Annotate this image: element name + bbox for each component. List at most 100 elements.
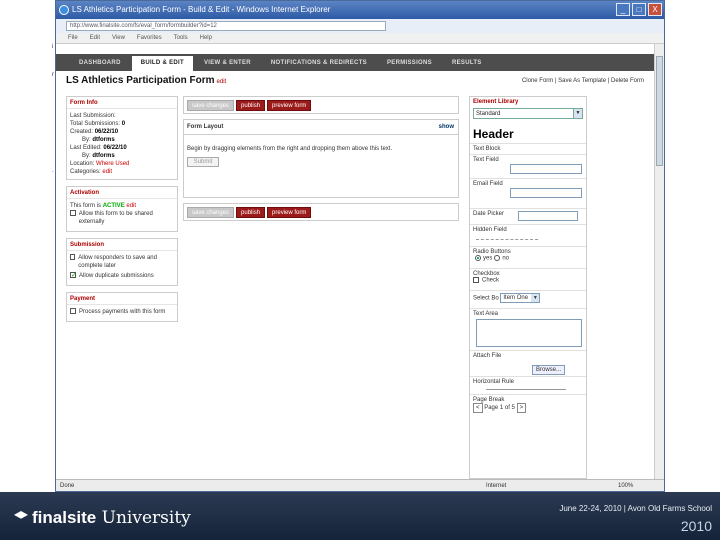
top-button-row: save changes publish preview form (183, 96, 459, 114)
chevron-down-icon: ▼ (531, 294, 540, 302)
payment-header: Payment (67, 293, 177, 305)
close-button[interactable]: X (648, 3, 662, 16)
duplicate-label: Allow duplicate submissions (79, 273, 154, 279)
library-select[interactable]: Standard ▼ (473, 108, 583, 119)
categories-edit-link[interactable]: edit (102, 169, 112, 175)
show-link[interactable]: show (439, 124, 454, 130)
tab-notifications[interactable]: NOTIFICATIONS & REDIRECTS (262, 56, 376, 71)
location-label: Location: (70, 161, 95, 167)
element-text-field[interactable]: Text Field (470, 155, 586, 179)
layout-instructions: Begin by dragging elements from the righ… (187, 146, 393, 152)
pager-prev-icon: < (473, 403, 483, 413)
nav-tabs: DASHBOARD BUILD & EDIT VIEW & ENTER NOTI… (56, 54, 656, 71)
element-horizontal-rule[interactable]: Horizontal Rule (470, 377, 586, 395)
tab-view-enter[interactable]: VIEW & ENTER (195, 56, 260, 71)
zoom-level[interactable]: 100% (618, 480, 633, 491)
preview-form-button[interactable]: preview form (267, 100, 312, 111)
save-later-checkbox[interactable] (70, 254, 76, 260)
element-attach-file[interactable]: Attach File Browse... (470, 351, 586, 377)
edited-value: 06/22/10 (103, 145, 127, 151)
horizontal-rule-label: Horizontal Rule (473, 379, 515, 385)
menu-file[interactable]: File (68, 33, 78, 43)
publish-button[interactable]: publish (236, 100, 266, 111)
minimize-button[interactable]: _ (616, 3, 630, 16)
duplicate-checkbox[interactable]: ✓ (70, 272, 77, 279)
radio-no-label: no (502, 255, 510, 262)
menu-favorites[interactable]: Favorites (137, 33, 162, 43)
element-text-block[interactable]: Text Block (470, 144, 586, 155)
menu-edit[interactable]: Edit (90, 33, 100, 43)
element-page-break[interactable]: Page Break < Page 1 of 5 > (470, 395, 586, 421)
page-content: DASHBOARD BUILD & EDIT VIEW & ENTER NOTI… (56, 44, 656, 479)
element-radio-buttons[interactable]: Radio Buttons yes no (470, 247, 586, 269)
submit-button-preview: Submit (187, 157, 219, 167)
element-select-box[interactable]: Select Bo Item One ▼ (470, 291, 586, 309)
text-field-sample (510, 164, 582, 174)
bottom-button-row: save changes publish preview form (183, 203, 459, 221)
share-checkbox[interactable] (70, 210, 76, 216)
library-select-value: Standard (476, 111, 501, 117)
element-text-area[interactable]: Text Area (470, 309, 586, 351)
hidden-field-sample (476, 239, 538, 240)
radio-yes-label: yes (483, 255, 493, 262)
payment-checkbox[interactable] (70, 308, 76, 314)
maximize-button[interactable]: □ (632, 3, 646, 16)
save-changes-button-bottom[interactable]: save changes (187, 207, 235, 218)
element-header[interactable]: Header (470, 123, 586, 144)
scroll-thumb[interactable] (656, 56, 663, 166)
menu-view[interactable]: View (112, 33, 125, 43)
text-field-label: Text Field (473, 157, 499, 163)
submission-panel: Submission Allow responders to save and … (66, 238, 178, 286)
security-zone: Internet (486, 483, 507, 489)
window-title: LS Athletics Participation Form - Build … (72, 5, 331, 14)
address-field[interactable]: http://www.finalsite.com/fs/eval_form/fo… (66, 21, 386, 31)
location-link[interactable]: Where Used (96, 161, 129, 167)
form-title-edit-link[interactable]: edit (217, 79, 227, 85)
save-changes-button[interactable]: save changes (187, 100, 235, 111)
form-title: LS Athletics Participation Form (66, 75, 215, 86)
form-actions[interactable]: Clone Form | Save As Template | Delete F… (522, 78, 644, 84)
date-picker-sample (518, 211, 578, 221)
publish-button-bottom[interactable]: publish (236, 207, 266, 218)
date-picker-label: Date Picker (473, 211, 505, 217)
payment-label: Process payments with this form (79, 309, 166, 315)
browse-button: Browse... (532, 365, 566, 375)
form-info-header: Form Info (67, 97, 177, 109)
edited-label: Last Edited: (70, 145, 102, 151)
element-checkbox[interactable]: Checkbox Check (470, 269, 586, 291)
select-box-value: Item One (503, 295, 529, 301)
attach-file-label: Attach File (473, 353, 502, 359)
tab-results[interactable]: RESULTS (443, 56, 491, 71)
tab-permissions[interactable]: PERMISSIONS (378, 56, 441, 71)
total-label: Total Submissions: (70, 121, 121, 127)
element-hidden-field[interactable]: Hidden Field (470, 225, 586, 247)
tab-dashboard[interactable]: DASHBOARD (70, 56, 130, 71)
radio-no (494, 255, 501, 261)
element-date-picker[interactable]: Date Picker (470, 209, 586, 225)
chevron-down-icon: ▼ (573, 109, 582, 118)
preview-form-button-bottom[interactable]: preview form (267, 207, 312, 218)
edge-char: i (52, 44, 54, 50)
status-bar: Done Internet 100% (56, 479, 664, 491)
activation-edit-link[interactable]: edit (126, 203, 136, 209)
edited-by-label: By: (82, 153, 91, 159)
activation-status-prefix: This form is (70, 203, 102, 209)
select-box-sample: Item One ▼ (500, 293, 541, 303)
event-info: June 22-24, 2010 | Avon Old Farms School (559, 504, 712, 513)
vertical-scrollbar[interactable] (654, 44, 664, 479)
element-library: Element Library Standard ▼ Header Text B… (469, 96, 587, 479)
finalsite-university-logo: finalsite University (14, 508, 191, 528)
brand-university: University (101, 508, 191, 528)
created-value: 06/22/10 (94, 129, 119, 135)
text-area-label: Text Area (473, 311, 499, 317)
menu-tools[interactable]: Tools (174, 33, 188, 43)
menu-help[interactable]: Help (200, 33, 212, 43)
element-email-field[interactable]: Email Field (470, 179, 586, 209)
pager-text: Page 1 of 5 (484, 405, 515, 411)
form-layout-header: Form Layout (187, 124, 224, 130)
ie-icon (59, 5, 69, 15)
created-by-label: By: (82, 137, 91, 143)
menu-bar: File Edit View Favorites Tools Help (56, 33, 664, 44)
tab-build-edit[interactable]: BUILD & EDIT (131, 56, 193, 71)
payment-panel: Payment Process payments with this form (66, 292, 178, 322)
